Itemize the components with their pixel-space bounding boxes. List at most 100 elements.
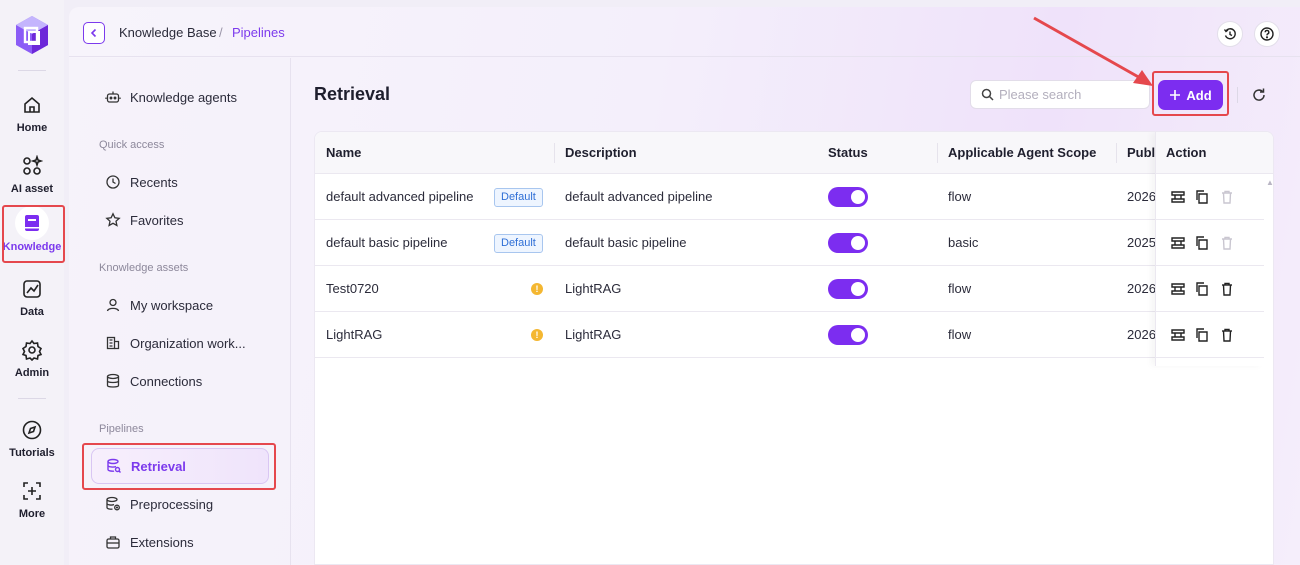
rail-divider — [18, 70, 46, 71]
history-button[interactable] — [1217, 21, 1243, 47]
rail-item-ai-asset[interactable]: AI asset — [0, 151, 64, 209]
rail-label-tutorials: Tutorials — [9, 447, 55, 459]
status-toggle[interactable] — [828, 233, 868, 253]
table-row[interactable]: default advanced pipeline Default defaul… — [315, 174, 1263, 220]
robot-icon — [105, 91, 121, 103]
col-scope: Applicable Agent Scope — [948, 145, 1097, 160]
col-divider — [1116, 143, 1117, 163]
col-status: Status — [828, 145, 868, 160]
scroll-up-arrow-icon[interactable]: ▲ — [1266, 178, 1273, 187]
main-shell: Knowledge Base / Pipelines Knowledge age… — [69, 7, 1300, 565]
sidebar-label: Favorites — [130, 212, 184, 228]
sidebar-label: Recents — [130, 174, 178, 190]
sidebar-item-recents[interactable]: Recents — [91, 164, 269, 200]
config-icon[interactable] — [1170, 189, 1186, 205]
sidebar-item-preprocessing[interactable]: Preprocessing — [91, 486, 269, 522]
knowledge-sidebar: Knowledge agents Quick access Recents Fa… — [69, 58, 291, 565]
row-published: 2026 — [1127, 189, 1156, 204]
status-toggle[interactable] — [828, 279, 868, 299]
help-button[interactable] — [1254, 21, 1280, 47]
retrieval-icon — [107, 458, 121, 473]
chevron-left-icon — [90, 28, 97, 38]
gear-icon — [21, 339, 43, 361]
breadcrumb-knowledge-base[interactable]: Knowledge Base — [119, 25, 217, 40]
sidebar-item-extensions[interactable]: Extensions — [91, 524, 269, 560]
sidebar-item-knowledge-agents[interactable]: Knowledge agents — [91, 79, 269, 115]
config-icon[interactable] — [1170, 235, 1186, 251]
header-divider — [1237, 87, 1238, 103]
rail-item-more[interactable]: More — [0, 476, 64, 534]
back-button[interactable] — [83, 22, 105, 44]
config-icon[interactable] — [1170, 281, 1186, 297]
table-row[interactable]: Test0720 ! LightRAG flow 2026 — [315, 266, 1263, 312]
sidebar-item-connections[interactable]: Connections — [91, 363, 269, 399]
row-name: Test0720 — [326, 281, 379, 296]
star-icon — [105, 212, 121, 227]
section-quick-access: Quick access — [99, 139, 165, 151]
action-row-divider — [1156, 311, 1264, 312]
row-scope: flow — [948, 189, 972, 204]
copy-icon[interactable] — [1194, 235, 1210, 251]
status-toggle[interactable] — [828, 325, 868, 345]
rail-label-home: Home — [16, 122, 48, 134]
rail-item-home[interactable]: Home — [0, 90, 64, 148]
rail-item-admin[interactable]: Admin — [0, 335, 64, 393]
row-scope: flow — [948, 281, 972, 296]
sidebar-label: My workspace — [130, 297, 214, 313]
app-rail: Home AI asset Knowledge Data Admin Tutor… — [0, 0, 65, 565]
sidebar-item-my-workspace[interactable]: My workspace — [91, 287, 269, 323]
table-row[interactable]: LightRAG ! LightRAG flow 2026 — [315, 312, 1263, 358]
building-icon — [106, 336, 120, 350]
row-published: 2026 — [1127, 327, 1156, 342]
sidebar-label: Extensions — [130, 534, 194, 550]
sidebar-label: Retrieval — [131, 458, 186, 474]
table-row[interactable]: default basic pipeline Default default b… — [315, 220, 1263, 266]
row-description: default basic pipeline — [565, 235, 687, 250]
row-scope: basic — [948, 235, 979, 250]
rail-item-data[interactable]: Data — [0, 274, 64, 332]
delete-icon[interactable] — [1219, 281, 1235, 297]
rail-label-ai-asset: AI asset — [10, 183, 54, 195]
app-logo-icon[interactable] — [13, 14, 51, 56]
copy-icon[interactable] — [1194, 281, 1210, 297]
book-icon — [25, 215, 39, 231]
row-description: LightRAG — [565, 327, 622, 342]
section-pipelines: Pipelines — [99, 423, 144, 435]
rail-item-knowledge[interactable]: Knowledge — [0, 206, 64, 266]
add-button-label: Add — [1186, 87, 1212, 103]
status-toggle[interactable] — [828, 187, 868, 207]
rail-item-tutorials[interactable]: Tutorials — [0, 415, 64, 473]
action-row-divider — [1156, 357, 1264, 358]
pipelines-table: Name Description Status Applicable Agent… — [314, 131, 1274, 565]
section-knowledge-assets: Knowledge assets — [99, 262, 189, 274]
help-icon — [1260, 27, 1274, 41]
add-button[interactable]: Add — [1158, 80, 1223, 110]
chart-icon — [23, 280, 41, 298]
col-published: Publi — [1127, 145, 1159, 160]
action-column: Action — [1155, 132, 1264, 366]
delete-icon[interactable] — [1219, 327, 1235, 343]
sidebar-item-retrieval[interactable]: Retrieval — [91, 448, 269, 484]
compass-icon — [22, 420, 42, 440]
default-badge: Default — [494, 234, 543, 253]
refresh-icon[interactable] — [1250, 86, 1268, 104]
ai-asset-icon — [23, 155, 43, 175]
home-icon — [24, 96, 40, 113]
copy-icon[interactable] — [1194, 189, 1210, 205]
delete-icon — [1222, 236, 1232, 250]
sidebar-item-favorites[interactable]: Favorites — [91, 202, 269, 238]
row-published: 2025 — [1127, 235, 1156, 250]
row-published: 2026 — [1127, 281, 1156, 296]
row-scope: flow — [948, 327, 972, 342]
sidebar-label: Connections — [130, 373, 203, 389]
row-name: LightRAG — [326, 327, 383, 342]
action-header-cell: Action — [1156, 132, 1264, 174]
rail-label-admin: Admin — [14, 367, 50, 379]
copy-icon[interactable] — [1194, 327, 1210, 343]
breadcrumb-separator: / — [219, 25, 223, 40]
config-icon[interactable] — [1170, 327, 1186, 343]
sidebar-label: Knowledge agents — [130, 89, 237, 105]
sidebar-item-organization-workspace[interactable]: Organization work... — [91, 325, 269, 361]
row-description: default advanced pipeline — [565, 189, 713, 204]
action-row-divider — [1156, 265, 1264, 266]
